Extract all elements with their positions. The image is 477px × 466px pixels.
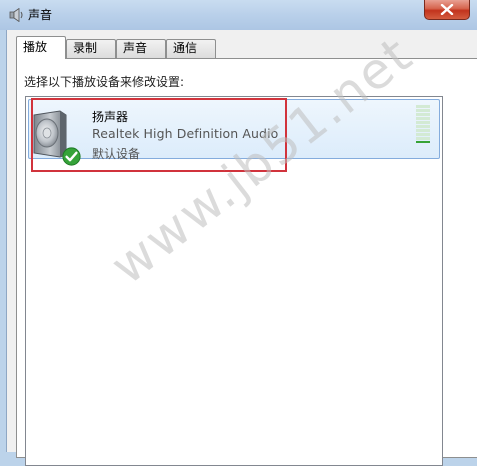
close-button[interactable] [424,0,470,20]
dialog-body: 播放 录制 声音 通信 选择以下播放设备来修改设置: 扬声器 Realtek H… [6,30,477,466]
tab-sounds[interactable]: 声音 [116,39,166,58]
volume-meter [416,105,430,145]
window-title: 声音 [28,8,53,22]
tab-recording[interactable]: 录制 [66,39,116,58]
instruction-text: 选择以下播放设备来修改设置: [24,75,185,89]
title-bar[interactable]: 声音 [0,0,477,30]
close-icon [440,4,454,15]
sound-app-icon [9,7,25,23]
tab-communications[interactable]: 通信 [166,39,216,58]
tab-playback[interactable]: 播放 [16,36,66,59]
